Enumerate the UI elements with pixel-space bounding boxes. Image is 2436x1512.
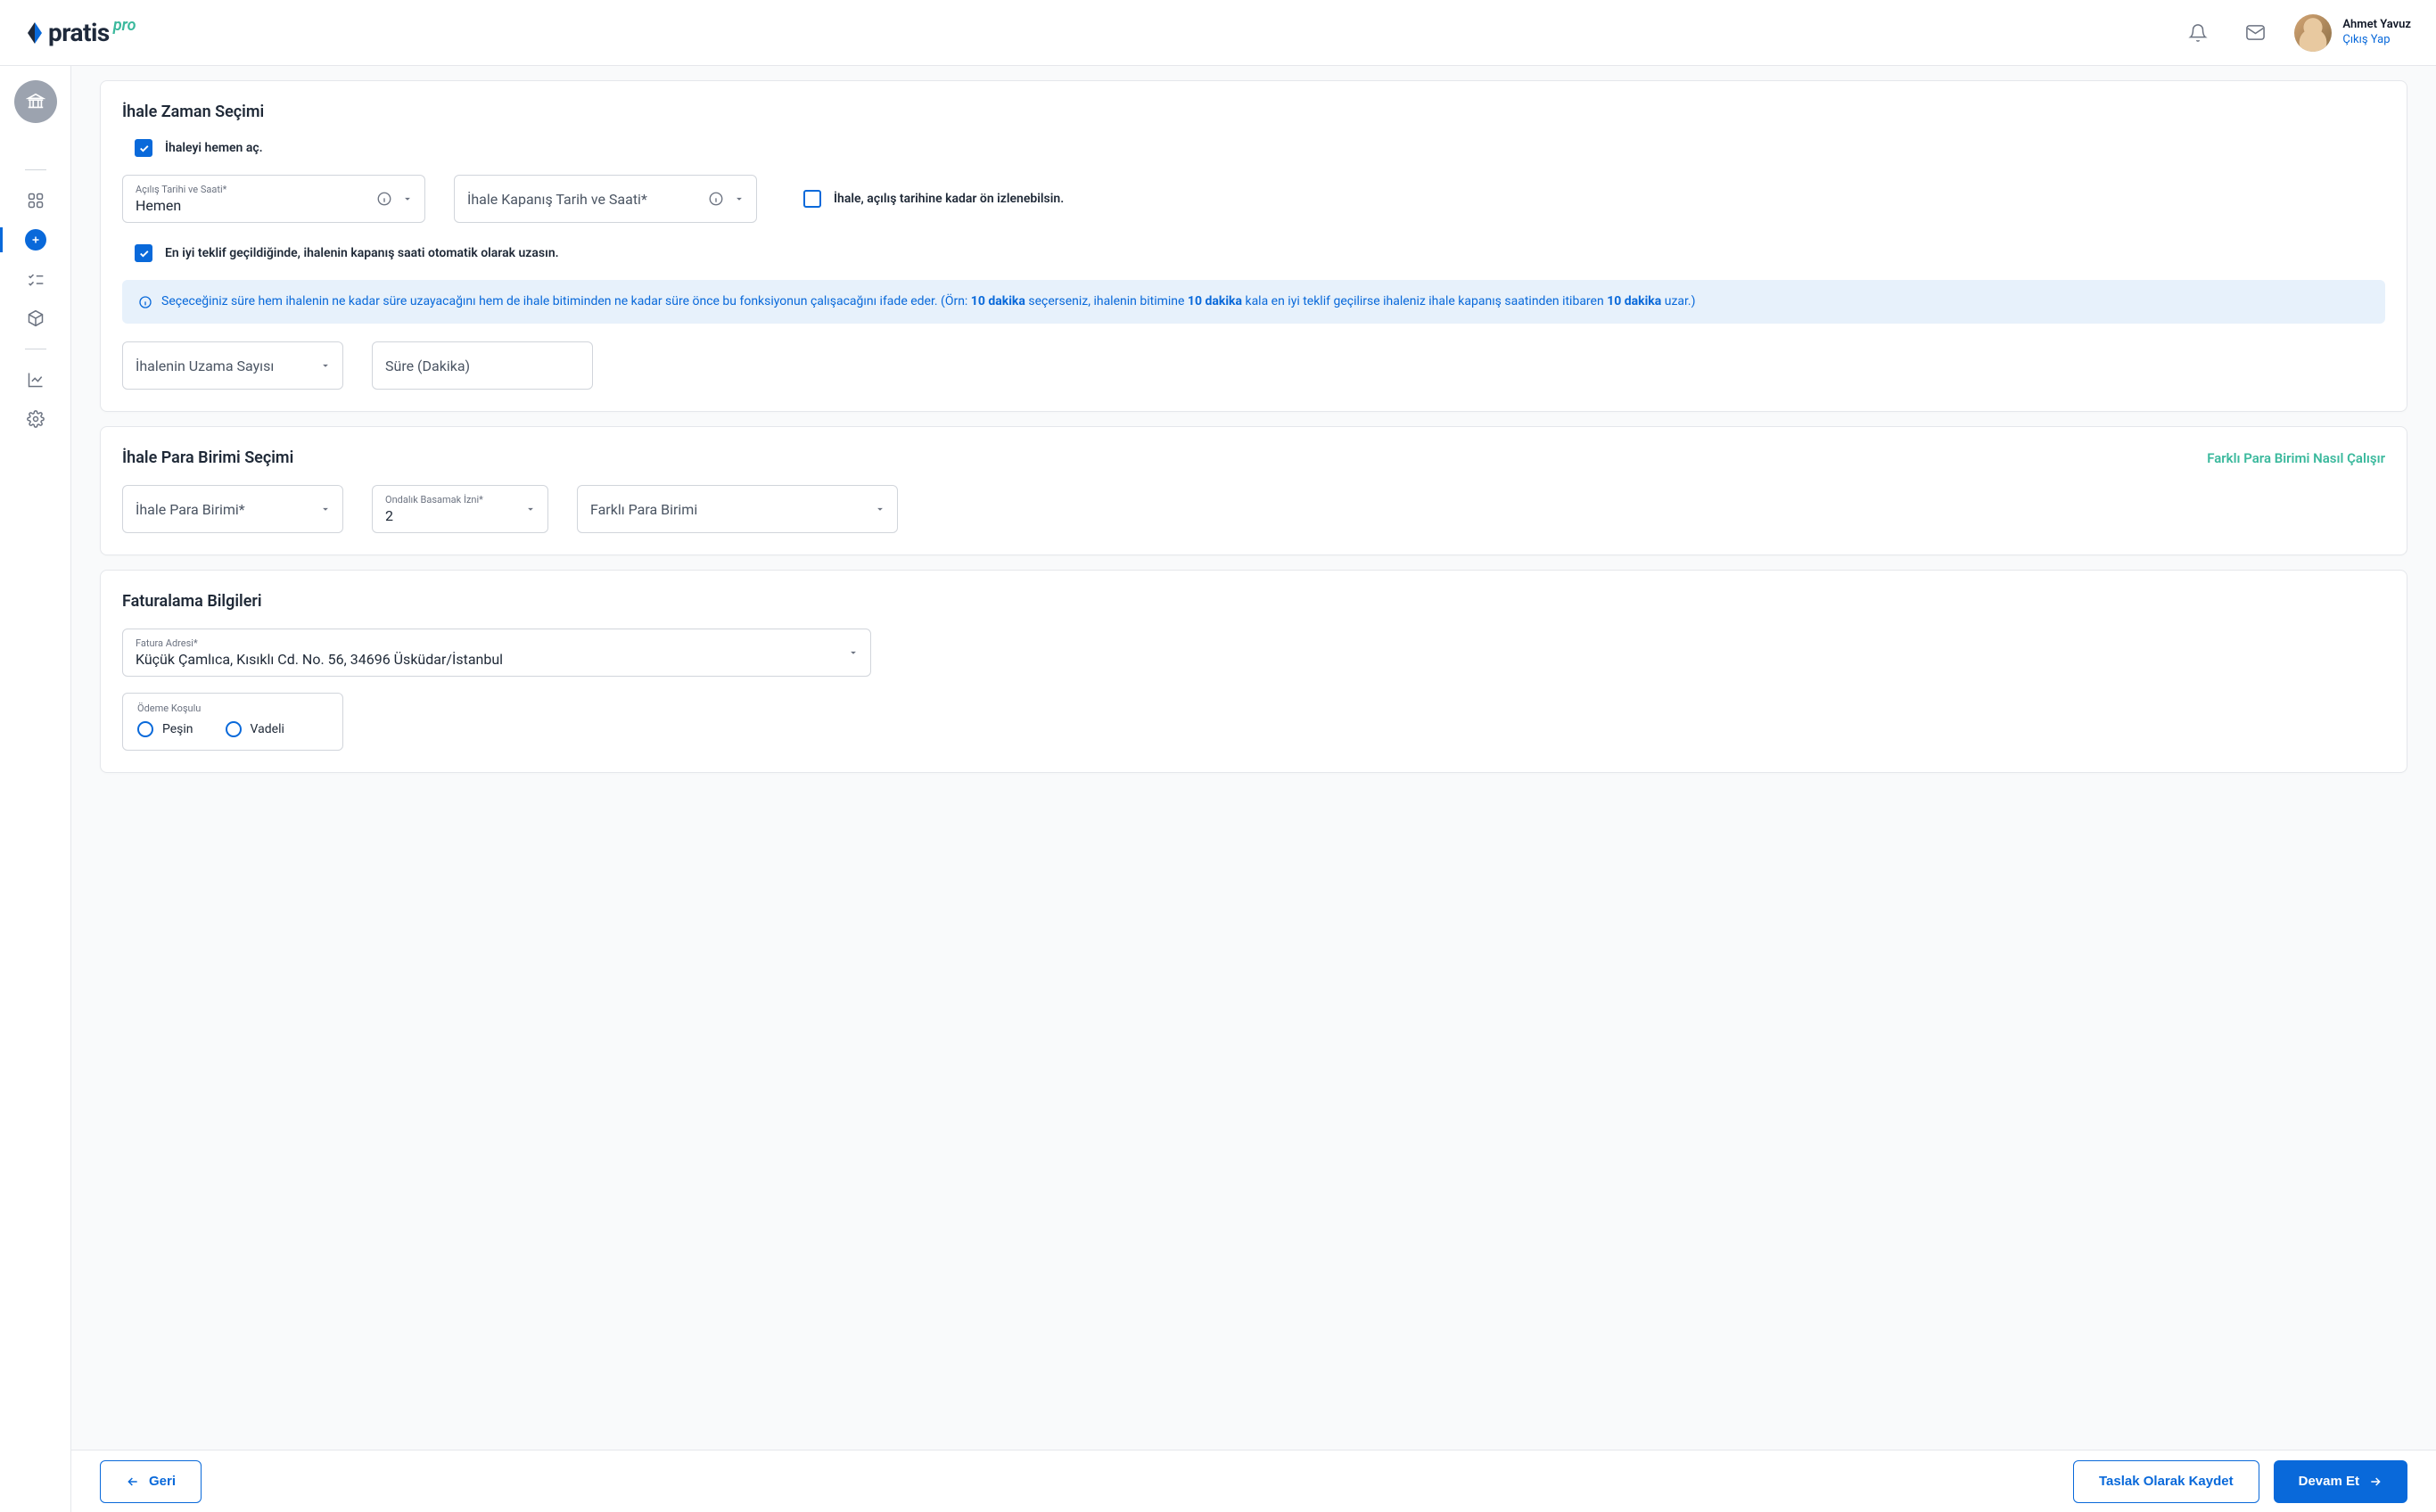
payment-terms-label: Ödeme Koşulu xyxy=(137,703,328,714)
open-date-field[interactable]: Açılış Tarihi ve Saati* Hemen xyxy=(122,175,425,223)
billing-address-select[interactable]: Fatura Adresi* Küçük Çamlıca, Kısıklı Cd… xyxy=(122,629,871,677)
currency-placeholder: İhale Para Birimi* xyxy=(136,501,330,518)
save-draft-button[interactable]: Taslak Olarak Kaydet xyxy=(2073,1460,2259,1503)
sidebar-item-package[interactable] xyxy=(0,299,71,338)
section-billing-title: Faturalama Bilgileri xyxy=(122,592,2385,611)
checkbox-previewable[interactable] xyxy=(803,190,821,208)
chevron-down-icon xyxy=(524,503,537,515)
sidebar-item-tasks[interactable] xyxy=(0,259,71,299)
sidebar-item-dashboard[interactable] xyxy=(0,181,71,220)
checkbox-previewable-label: İhale, açılış tarihine kadar ön izlenebi… xyxy=(834,192,1064,206)
back-button-label: Geri xyxy=(149,1474,176,1489)
info-icon xyxy=(138,295,152,309)
app-header: pratis pro Ahmet Yavuz Çıkış Yap xyxy=(0,0,2436,66)
checkbox-auto-extend[interactable] xyxy=(135,244,152,262)
section-time: İhale Zaman Seçimi İhaleyi hemen aç. Açı… xyxy=(100,80,2407,412)
check-icon xyxy=(138,143,150,154)
extend-count-select[interactable]: İhalenin Uzama Sayısı xyxy=(122,341,343,390)
chevron-down-icon xyxy=(847,646,860,659)
org-badge[interactable] xyxy=(14,80,57,123)
radio-icon xyxy=(226,721,242,737)
chevron-down-icon xyxy=(319,503,332,515)
logo-text: pratis xyxy=(48,18,110,47)
cube-icon xyxy=(27,309,45,327)
user-name: Ahmet Yavuz xyxy=(2342,18,2411,33)
chevron-down-icon xyxy=(733,193,745,205)
duration-placeholder: Süre (Dakika) xyxy=(385,357,580,374)
open-date-value: Hemen xyxy=(136,197,412,214)
section-billing: Faturalama Bilgileri Fatura Adresi* Küçü… xyxy=(100,570,2407,773)
notifications-icon[interactable] xyxy=(2180,15,2216,51)
radio-deferred[interactable]: Vadeli xyxy=(226,721,284,737)
logo-pro: pro xyxy=(113,16,136,35)
save-draft-label: Taslak Olarak Kaydet xyxy=(2099,1474,2234,1489)
checkbox-open-now-label: İhaleyi hemen aç. xyxy=(165,141,263,155)
continue-label: Devam Et xyxy=(2299,1474,2359,1489)
mail-icon[interactable] xyxy=(2237,15,2273,51)
radio-deferred-label: Vadeli xyxy=(251,722,284,736)
main-content: İhale Zaman Seçimi İhaleyi hemen aç. Açı… xyxy=(71,66,2436,1512)
close-date-placeholder: İhale Kapanış Tarih ve Saati* xyxy=(467,191,744,208)
section-time-title: İhale Zaman Seçimi xyxy=(122,103,2385,121)
open-date-label: Açılış Tarihi ve Saati* xyxy=(136,184,412,195)
back-button[interactable]: Geri xyxy=(100,1460,202,1503)
logo[interactable]: pratis pro xyxy=(25,18,136,47)
section-currency-title: İhale Para Birimi Seçimi xyxy=(122,448,293,467)
sidebar-item-settings[interactable] xyxy=(0,399,71,439)
arrow-right-icon xyxy=(2368,1475,2383,1489)
check-icon xyxy=(138,248,150,259)
sidebar xyxy=(0,66,71,1512)
chevron-down-icon xyxy=(874,503,886,515)
info-banner: Seçeceğiniz süre hem ihalenin ne kadar s… xyxy=(122,280,2385,324)
decimals-value: 2 xyxy=(385,507,535,524)
arrow-left-icon xyxy=(126,1475,140,1489)
decimals-label: Ondalık Basamak İzni* xyxy=(385,494,535,505)
continue-button[interactable]: Devam Et xyxy=(2274,1460,2407,1503)
close-date-field[interactable]: İhale Kapanış Tarih ve Saati* xyxy=(454,175,757,223)
gear-icon xyxy=(27,410,45,428)
user-menu[interactable]: Ahmet Yavuz Çıkış Yap xyxy=(2294,14,2411,52)
info-text: Seçeceğiniz süre hem ihalenin ne kadar s… xyxy=(161,292,1696,311)
other-currency-placeholder: Farklı Para Birimi xyxy=(590,501,885,518)
billing-address-value: Küçük Çamlıca, Kısıklı Cd. No. 56, 34696… xyxy=(136,651,858,668)
chart-icon xyxy=(27,371,45,389)
bank-icon xyxy=(26,92,45,111)
billing-address-label: Fatura Adresi* xyxy=(136,637,858,649)
plus-circle-icon xyxy=(25,229,46,251)
grid-icon xyxy=(27,192,45,210)
duration-input[interactable]: Süre (Dakika) xyxy=(372,341,593,390)
avatar xyxy=(2294,14,2332,52)
currency-select[interactable]: İhale Para Birimi* xyxy=(122,485,343,533)
extend-count-placeholder: İhalenin Uzama Sayısı xyxy=(136,357,330,374)
logo-mark-icon xyxy=(25,21,45,45)
checklist-icon xyxy=(27,270,45,288)
radio-cash-label: Peşin xyxy=(162,722,193,736)
footer-bar: Geri Taslak Olarak Kaydet Devam Et xyxy=(71,1450,2436,1512)
decimals-select[interactable]: Ondalık Basamak İzni* 2 xyxy=(372,485,548,533)
info-icon[interactable] xyxy=(708,191,724,207)
radio-icon xyxy=(137,721,153,737)
info-icon[interactable] xyxy=(376,191,392,207)
payment-terms-group: Ödeme Koşulu Peşin Vadeli xyxy=(122,693,343,751)
chevron-down-icon xyxy=(401,193,414,205)
radio-cash[interactable]: Peşin xyxy=(137,721,193,737)
checkbox-auto-extend-label: En iyi teklif geçildiğinde, ihalenin kap… xyxy=(165,246,559,260)
chevron-down-icon xyxy=(319,359,332,372)
section-currency: İhale Para Birimi Seçimi Farklı Para Bir… xyxy=(100,426,2407,555)
logout-link[interactable]: Çıkış Yap xyxy=(2342,33,2411,48)
sidebar-item-create[interactable] xyxy=(0,220,71,259)
sidebar-item-reports[interactable] xyxy=(0,360,71,399)
checkbox-open-now[interactable] xyxy=(135,139,152,157)
other-currency-select[interactable]: Farklı Para Birimi xyxy=(577,485,898,533)
currency-help-link[interactable]: Farklı Para Birimi Nasıl Çalışır xyxy=(2207,450,2385,466)
